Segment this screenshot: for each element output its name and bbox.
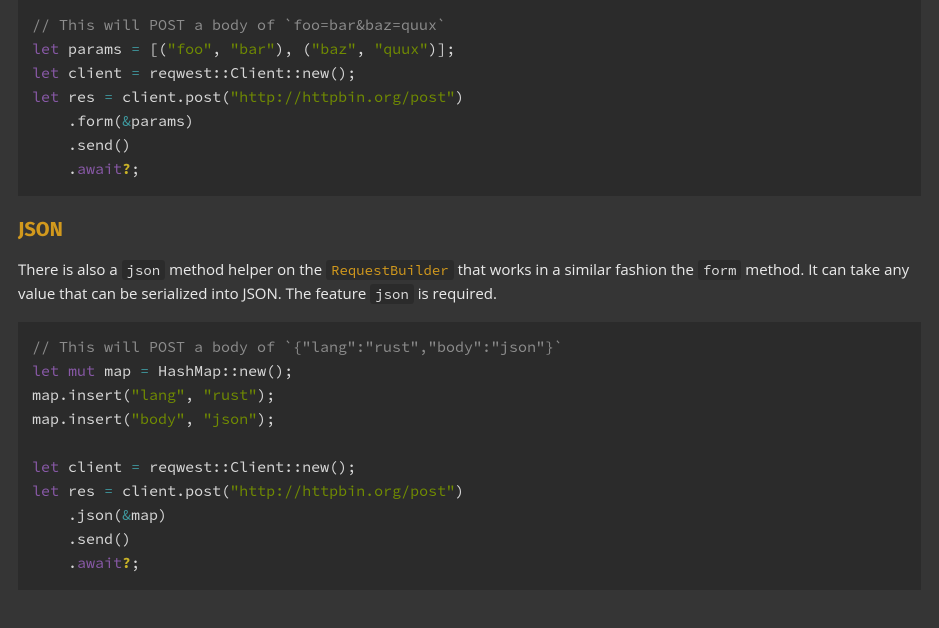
string: "rust" xyxy=(203,386,257,405)
kw-let: let xyxy=(32,40,59,59)
amp: & xyxy=(122,112,131,131)
string-url: "http://httpbin.org/post" xyxy=(230,88,455,107)
kw-let: let xyxy=(32,458,59,477)
inline-code-jsonfeat: json xyxy=(370,284,414,304)
kw-let: let xyxy=(32,482,59,501)
link-requestbuilder[interactable]: RequestBuilder xyxy=(326,260,454,280)
kw-await: await xyxy=(77,554,122,573)
section-heading-json: JSON xyxy=(18,214,921,246)
kw-let: let xyxy=(32,88,59,107)
string: "quux" xyxy=(374,40,428,59)
prose-text: method helper on the xyxy=(165,260,326,280)
inline-code-form: form xyxy=(698,260,742,280)
kw-let: let xyxy=(32,362,59,381)
code-block-json[interactable]: // This will POST a body of `{"lang":"ru… xyxy=(18,322,921,590)
ident: params xyxy=(68,40,122,59)
string: "lang" xyxy=(131,386,185,405)
code-comment: // This will POST a body of `foo=bar&baz… xyxy=(32,16,446,35)
doc-page: // This will POST a body of `foo=bar&baz… xyxy=(0,0,939,628)
string: "body" xyxy=(131,410,185,429)
code-comment: // This will POST a body of `{"lang":"ru… xyxy=(32,338,563,357)
prose-text: that works in a similar fashion the xyxy=(454,260,698,280)
string-url: "http://httpbin.org/post" xyxy=(230,482,455,501)
string: "baz" xyxy=(311,40,356,59)
amp: & xyxy=(122,506,131,525)
kw-await: await xyxy=(77,160,122,179)
kw-mut: mut xyxy=(68,362,95,381)
string: "foo" xyxy=(167,40,212,59)
question-op: ? xyxy=(122,160,131,179)
string: "json" xyxy=(203,410,257,429)
prose-text: is required. xyxy=(414,284,497,304)
string: "bar" xyxy=(230,40,275,59)
prose-json: There is also a json method helper on th… xyxy=(18,258,921,306)
code-block-forms[interactable]: // This will POST a body of `foo=bar&baz… xyxy=(18,0,921,196)
question-op: ? xyxy=(122,554,131,573)
kw-let: let xyxy=(32,64,59,83)
prose-text: There is also a xyxy=(18,260,122,280)
op: = xyxy=(131,40,140,59)
inline-code-json: json xyxy=(122,260,166,280)
